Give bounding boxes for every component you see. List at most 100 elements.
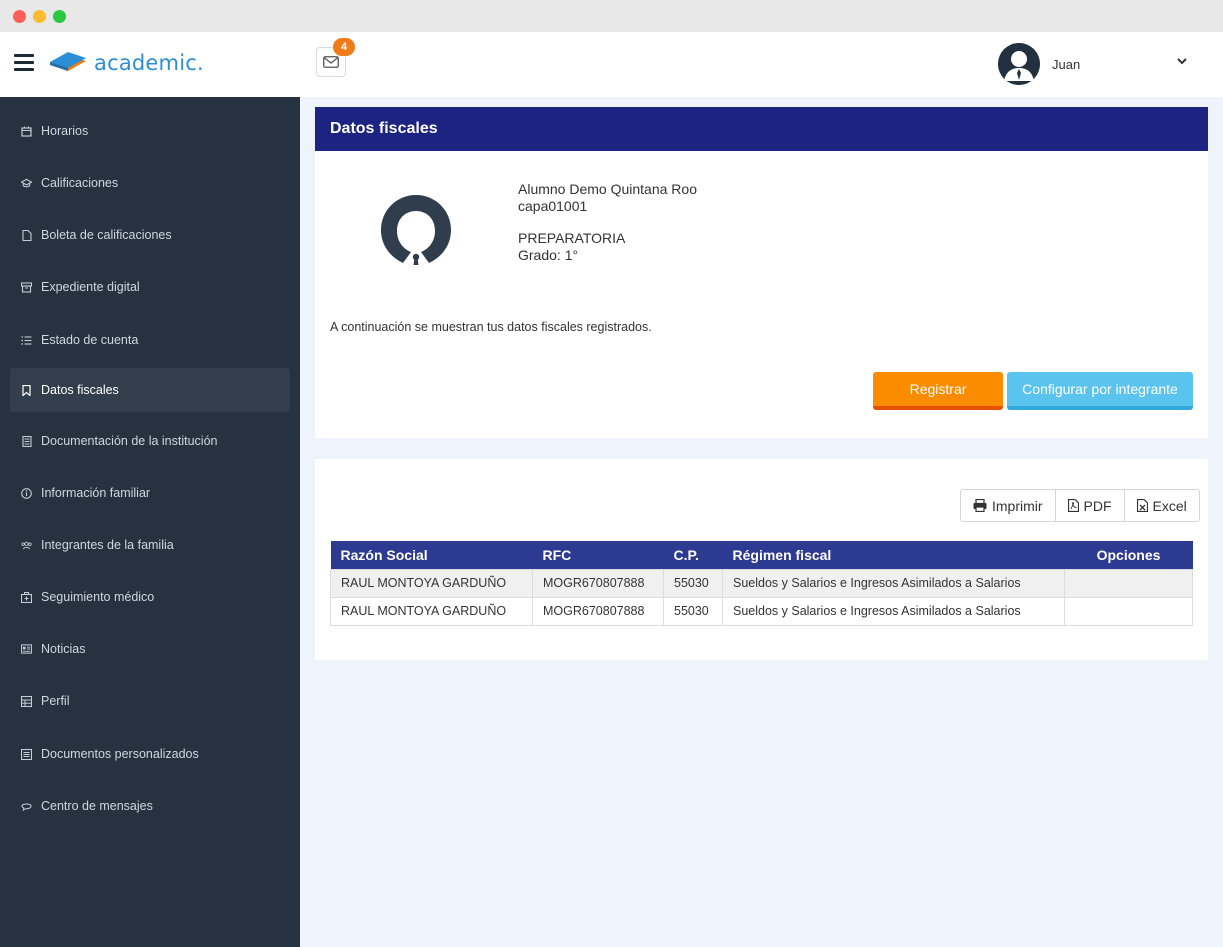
menu-toggle-icon[interactable] [14,54,34,72]
print-button[interactable]: Imprimir [960,489,1056,522]
sidebar-item-label: Calificaciones [41,176,119,190]
excel-file-icon [1136,499,1148,512]
sidebar-item-label: Centro de mensajes [41,799,153,813]
sidebar-item-boleta[interactable]: Boleta de calificaciones [10,213,290,257]
cell-cp: 55030 [663,596,723,626]
envelope-icon [323,56,339,68]
user-avatar[interactable] [998,43,1040,85]
list-icon [21,335,32,346]
cell-regimen-fiscal: Sueldos y Salarios e Ingresos Asimilados… [722,596,1065,626]
calendar-icon [21,126,32,137]
pdf-button[interactable]: PDF [1055,489,1125,522]
list-alt-icon [21,748,32,760]
chat-icon [21,801,32,812]
user-name[interactable]: Juan [1052,57,1080,72]
sidebar-item-perfil[interactable]: Perfil [10,679,290,723]
sidebar-item-label: Expediente digital [41,280,140,294]
sidebar-item-label: Perfil [41,694,70,708]
medical-kit-icon [21,591,32,603]
sidebar-item-expediente[interactable]: Expediente digital [10,265,290,309]
chevron-down-icon[interactable] [1175,54,1189,68]
sidebar-item-centro-mensajes[interactable]: Centro de mensajes [10,784,290,828]
cell-opciones [1064,596,1193,626]
student-avatar [381,195,451,265]
sidebar-item-calificaciones[interactable]: Calificaciones [10,161,290,205]
pdf-label: PDF [1083,497,1112,514]
user-placeholder-icon [381,195,451,265]
excel-button[interactable]: Excel [1124,489,1200,522]
printer-icon [973,499,987,512]
cell-rfc: MOGR670807888 [532,596,664,626]
sidebar-item-datos-fiscales[interactable]: Datos fiscales [10,368,290,412]
table-header-row: Razón Social RFC C.P. Régimen fiscal Opc… [330,541,1193,569]
cell-razon-social: RAUL MONTOYA GARDUÑO [330,596,533,626]
cell-regimen-fiscal: Sueldos y Salarios e Ingresos Asimilados… [722,568,1065,598]
column-header-cp[interactable]: C.P. [663,541,723,569]
archive-icon [21,281,32,293]
sidebar-item-label: Horarios [41,124,89,138]
bookmark-icon [21,384,32,396]
export-toolbar: Imprimir PDF Excel [960,489,1200,522]
sidebar-item-documentacion[interactable]: Documentación de la institución [10,419,290,463]
top-header: academic. 4 Juan [0,32,1223,97]
student-info: Alumno Demo Quintana Roo capa01001 PREPA… [518,181,697,263]
cell-cp: 55030 [663,568,723,598]
sidebar-item-seguimiento-medico[interactable]: Seguimiento médico [10,575,290,619]
sidebar-item-informacion-familiar[interactable]: Información familiar [10,471,290,515]
sidebar-item-label: Noticias [41,642,86,656]
messages-count-badge: 4 [333,38,355,56]
sidebar-item-label: Integrantes de la familia [41,538,174,552]
info-icon [21,487,32,499]
column-header-regimen-fiscal[interactable]: Régimen fiscal [722,541,1065,569]
student-name: Alumno Demo Quintana Roo [518,181,697,197]
sidebar-item-label: Documentación de la institución [41,434,218,448]
minimize-window-button[interactable] [33,10,46,23]
logo-text: academic. [94,51,204,75]
register-button[interactable]: Registrar [873,372,1003,410]
sidebar-item-documentos-personalizados[interactable]: Documentos personalizados [10,732,290,776]
sidebar-item-label: Documentos personalizados [41,747,199,761]
student-code: capa01001 [518,197,588,214]
sidebar-item-label: Estado de cuenta [41,333,139,347]
table-row: RAUL MONTOYA GARDUÑO MOGR670807888 55030… [330,596,1193,626]
academic-logo[interactable]: academic. [48,48,204,78]
fiscal-data-table: Razón Social RFC C.P. Régimen fiscal Opc… [330,541,1193,626]
column-header-razon-social[interactable]: Razón Social [330,541,533,569]
sidebar-item-noticias[interactable]: Noticias [10,627,290,671]
table-row: RAUL MONTOYA GARDUÑO MOGR670807888 55030… [330,568,1193,598]
excel-label: Excel [1152,497,1187,514]
print-label: Imprimir [992,497,1043,514]
graduation-cap-icon [21,178,32,189]
student-grade: Grado: 1° [518,246,579,263]
document-icon [21,435,32,447]
close-window-button[interactable] [13,10,26,23]
pdf-file-icon [1067,499,1079,512]
sidebar-item-estado-cuenta[interactable]: Estado de cuenta [10,318,290,362]
cell-razon-social: RAUL MONTOYA GARDUÑO [330,568,533,598]
sidebar-item-label: Boleta de calificaciones [41,228,172,242]
user-silhouette-icon [998,43,1040,85]
sidebar-item-label: Seguimiento médico [41,590,155,604]
page-title: Datos fiscales [315,107,1208,151]
fiscal-info-card: Datos fiscales Alumno Demo Quintana Roo … [315,107,1208,438]
logo-mark-icon [50,52,86,71]
sidebar: Horarios Calificaciones Boleta de califi… [0,97,300,947]
window-titlebar [0,0,1223,32]
file-icon [21,229,32,241]
cell-rfc: MOGR670807888 [532,568,664,598]
column-header-rfc[interactable]: RFC [532,541,664,569]
users-icon [21,540,32,551]
maximize-window-button[interactable] [53,10,66,23]
newspaper-icon [21,644,32,655]
main-content: Datos fiscales Alumno Demo Quintana Roo … [300,97,1223,947]
sidebar-item-horarios[interactable]: Horarios [10,109,290,153]
fiscal-data-table-card: Imprimir PDF Excel Razón Social RFC C.P.… [315,459,1208,660]
sidebar-item-label: Información familiar [41,486,151,500]
column-header-opciones: Opciones [1064,541,1193,569]
sidebar-item-integrantes[interactable]: Integrantes de la familia [10,523,290,567]
cell-opciones [1064,568,1193,598]
sidebar-item-label: Datos fiscales [41,383,119,397]
intro-text: A continuación se muestran tus datos fis… [330,320,652,334]
configure-by-member-button[interactable]: Configurar por integrante [1007,372,1193,410]
table-icon [21,695,32,707]
